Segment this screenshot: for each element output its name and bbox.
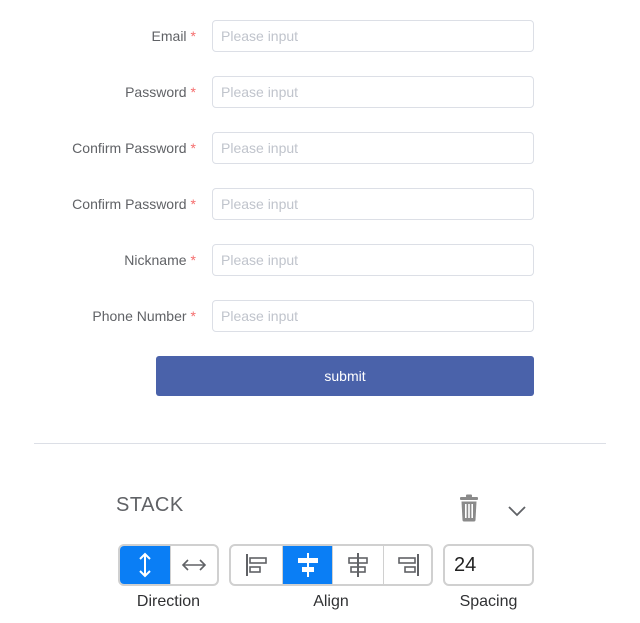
align-center-alt-icon [348,553,368,577]
confirm-password-field-2[interactable] [212,188,534,220]
required-mark: * [190,84,196,100]
align-left-icon [245,554,267,576]
email-label: Email * [151,28,196,44]
confirm-password-row: Confirm Password * [0,132,640,164]
stack-title: STACK [116,494,184,516]
required-mark: * [190,252,196,268]
direction-vertical-option[interactable] [120,546,170,584]
align-center-option[interactable] [282,546,332,584]
required-mark: * [190,196,196,212]
align-center-alt-option[interactable] [332,546,383,584]
direction-toggle [118,544,219,586]
password-field[interactable] [212,76,534,108]
align-left-option[interactable] [231,546,282,584]
email-row: Email * [0,20,640,52]
required-mark: * [190,28,196,44]
confirm-password-field[interactable] [212,132,534,164]
nickname-row: Nickname * [0,244,640,276]
chevron-down-icon[interactable] [506,502,528,518]
email-field[interactable] [212,20,534,52]
required-mark: * [190,308,196,324]
submit-button[interactable]: submit [156,356,534,396]
confirm-password-label: Confirm Password * [72,140,196,156]
required-mark: * [190,140,196,156]
confirm-password-label-2: Confirm Password * [72,196,196,212]
confirm-password-row-2: Confirm Password * [0,188,640,220]
align-center-icon [297,553,318,577]
divider [34,443,606,444]
spacing-caption: Spacing [459,593,518,610]
direction-caption: Direction [136,593,201,610]
password-row: Password * [0,76,640,108]
align-caption: Align [313,593,349,610]
align-right-icon [397,554,419,576]
align-right-option[interactable] [383,546,431,584]
nickname-label: Nickname * [124,252,196,268]
password-label: Password * [125,84,196,100]
spacing-input[interactable] [443,544,534,586]
vertical-arrows-icon [139,552,151,578]
horizontal-arrows-icon [181,559,207,571]
trash-icon[interactable] [457,494,481,522]
phone-number-row: Phone Number * [0,300,640,332]
align-toggle [229,544,433,586]
phone-number-field[interactable] [212,300,534,332]
direction-horizontal-option[interactable] [170,546,217,584]
nickname-field[interactable] [212,244,534,276]
phone-number-label: Phone Number * [92,308,196,324]
